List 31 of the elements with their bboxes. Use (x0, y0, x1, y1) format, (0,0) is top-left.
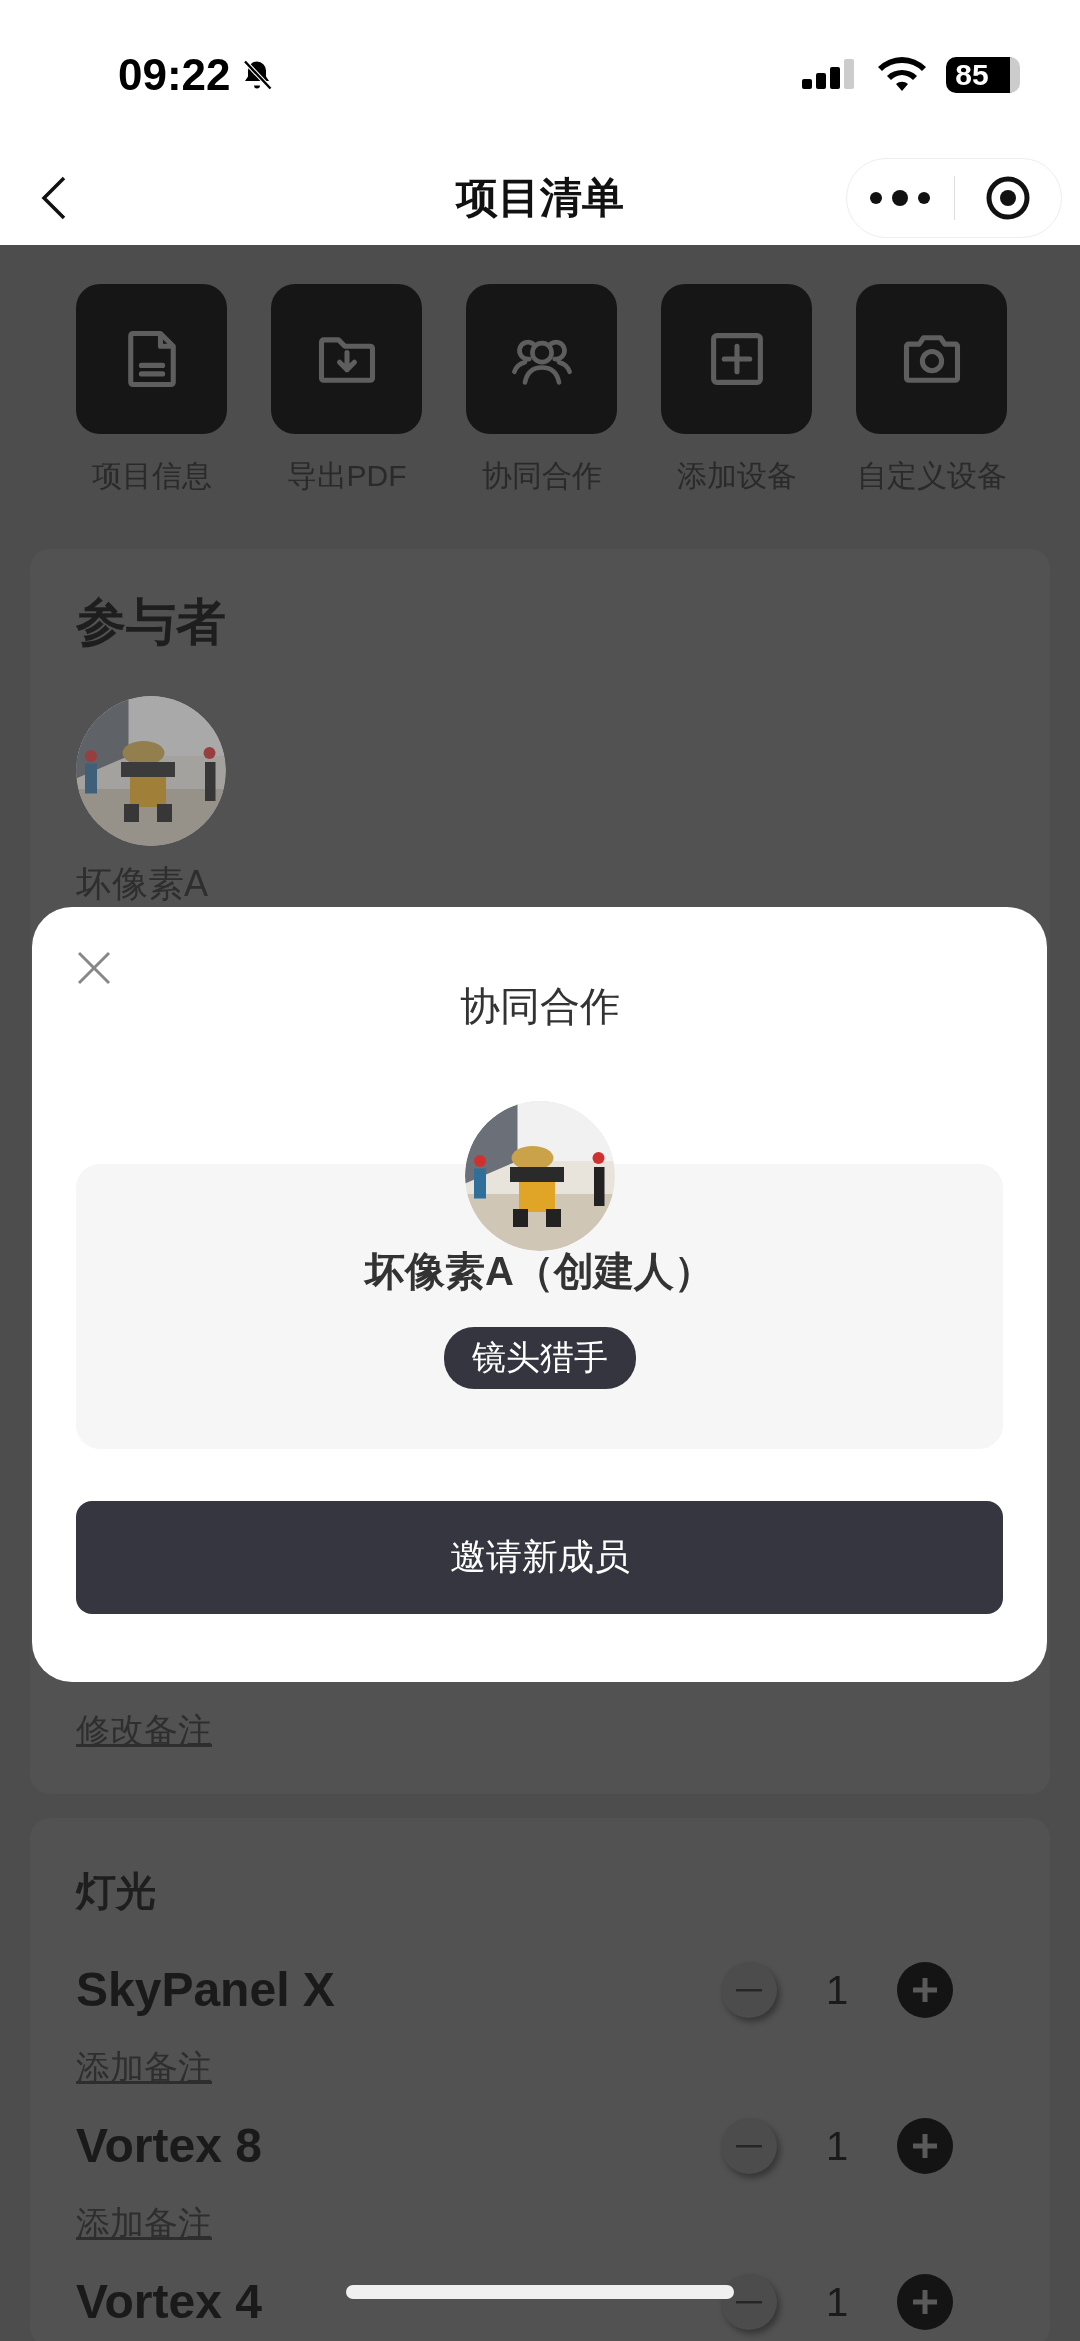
battery-indicator: 85 (946, 57, 1020, 93)
plus-icon (910, 2131, 940, 2161)
device-name: SkyPanel X (76, 1963, 335, 2017)
action-tile[interactable] (661, 284, 812, 434)
page-title: 项目清单 (456, 172, 624, 223)
invite-button[interactable]: 邀请新成员 (76, 1501, 1003, 1614)
minus-icon (736, 2300, 762, 2304)
minus-icon (736, 2144, 762, 2148)
quantity: 1 (824, 2123, 850, 2169)
increase-button[interactable] (897, 2118, 953, 2174)
status-time: 09:22 (118, 50, 231, 100)
action-tile[interactable] (271, 284, 422, 434)
close-icon[interactable] (76, 950, 112, 986)
dialog-title: 协同合作 (459, 983, 620, 1030)
quantity: 1 (824, 2279, 850, 2325)
more-icon[interactable] (868, 189, 933, 206)
action-tile[interactable] (76, 284, 227, 434)
plus-icon (910, 1975, 940, 2005)
device-name: Vortex 8 (76, 2119, 262, 2173)
plus-icon (910, 2287, 940, 2317)
target-icon[interactable] (984, 174, 1031, 221)
device-name: Vortex 4 (76, 2275, 262, 2329)
quantity: 1 (824, 1967, 850, 2013)
action-tile[interactable] (856, 284, 1007, 434)
increase-button[interactable] (897, 1962, 953, 2018)
member-name: 坏像素A（创建人） (365, 1248, 714, 1295)
member-tag: 镜头猎手 (443, 1327, 636, 1389)
minus-icon (736, 1988, 762, 1992)
increase-button[interactable] (897, 2274, 953, 2330)
action-tile[interactable] (466, 284, 617, 434)
wifi-icon (878, 57, 926, 93)
